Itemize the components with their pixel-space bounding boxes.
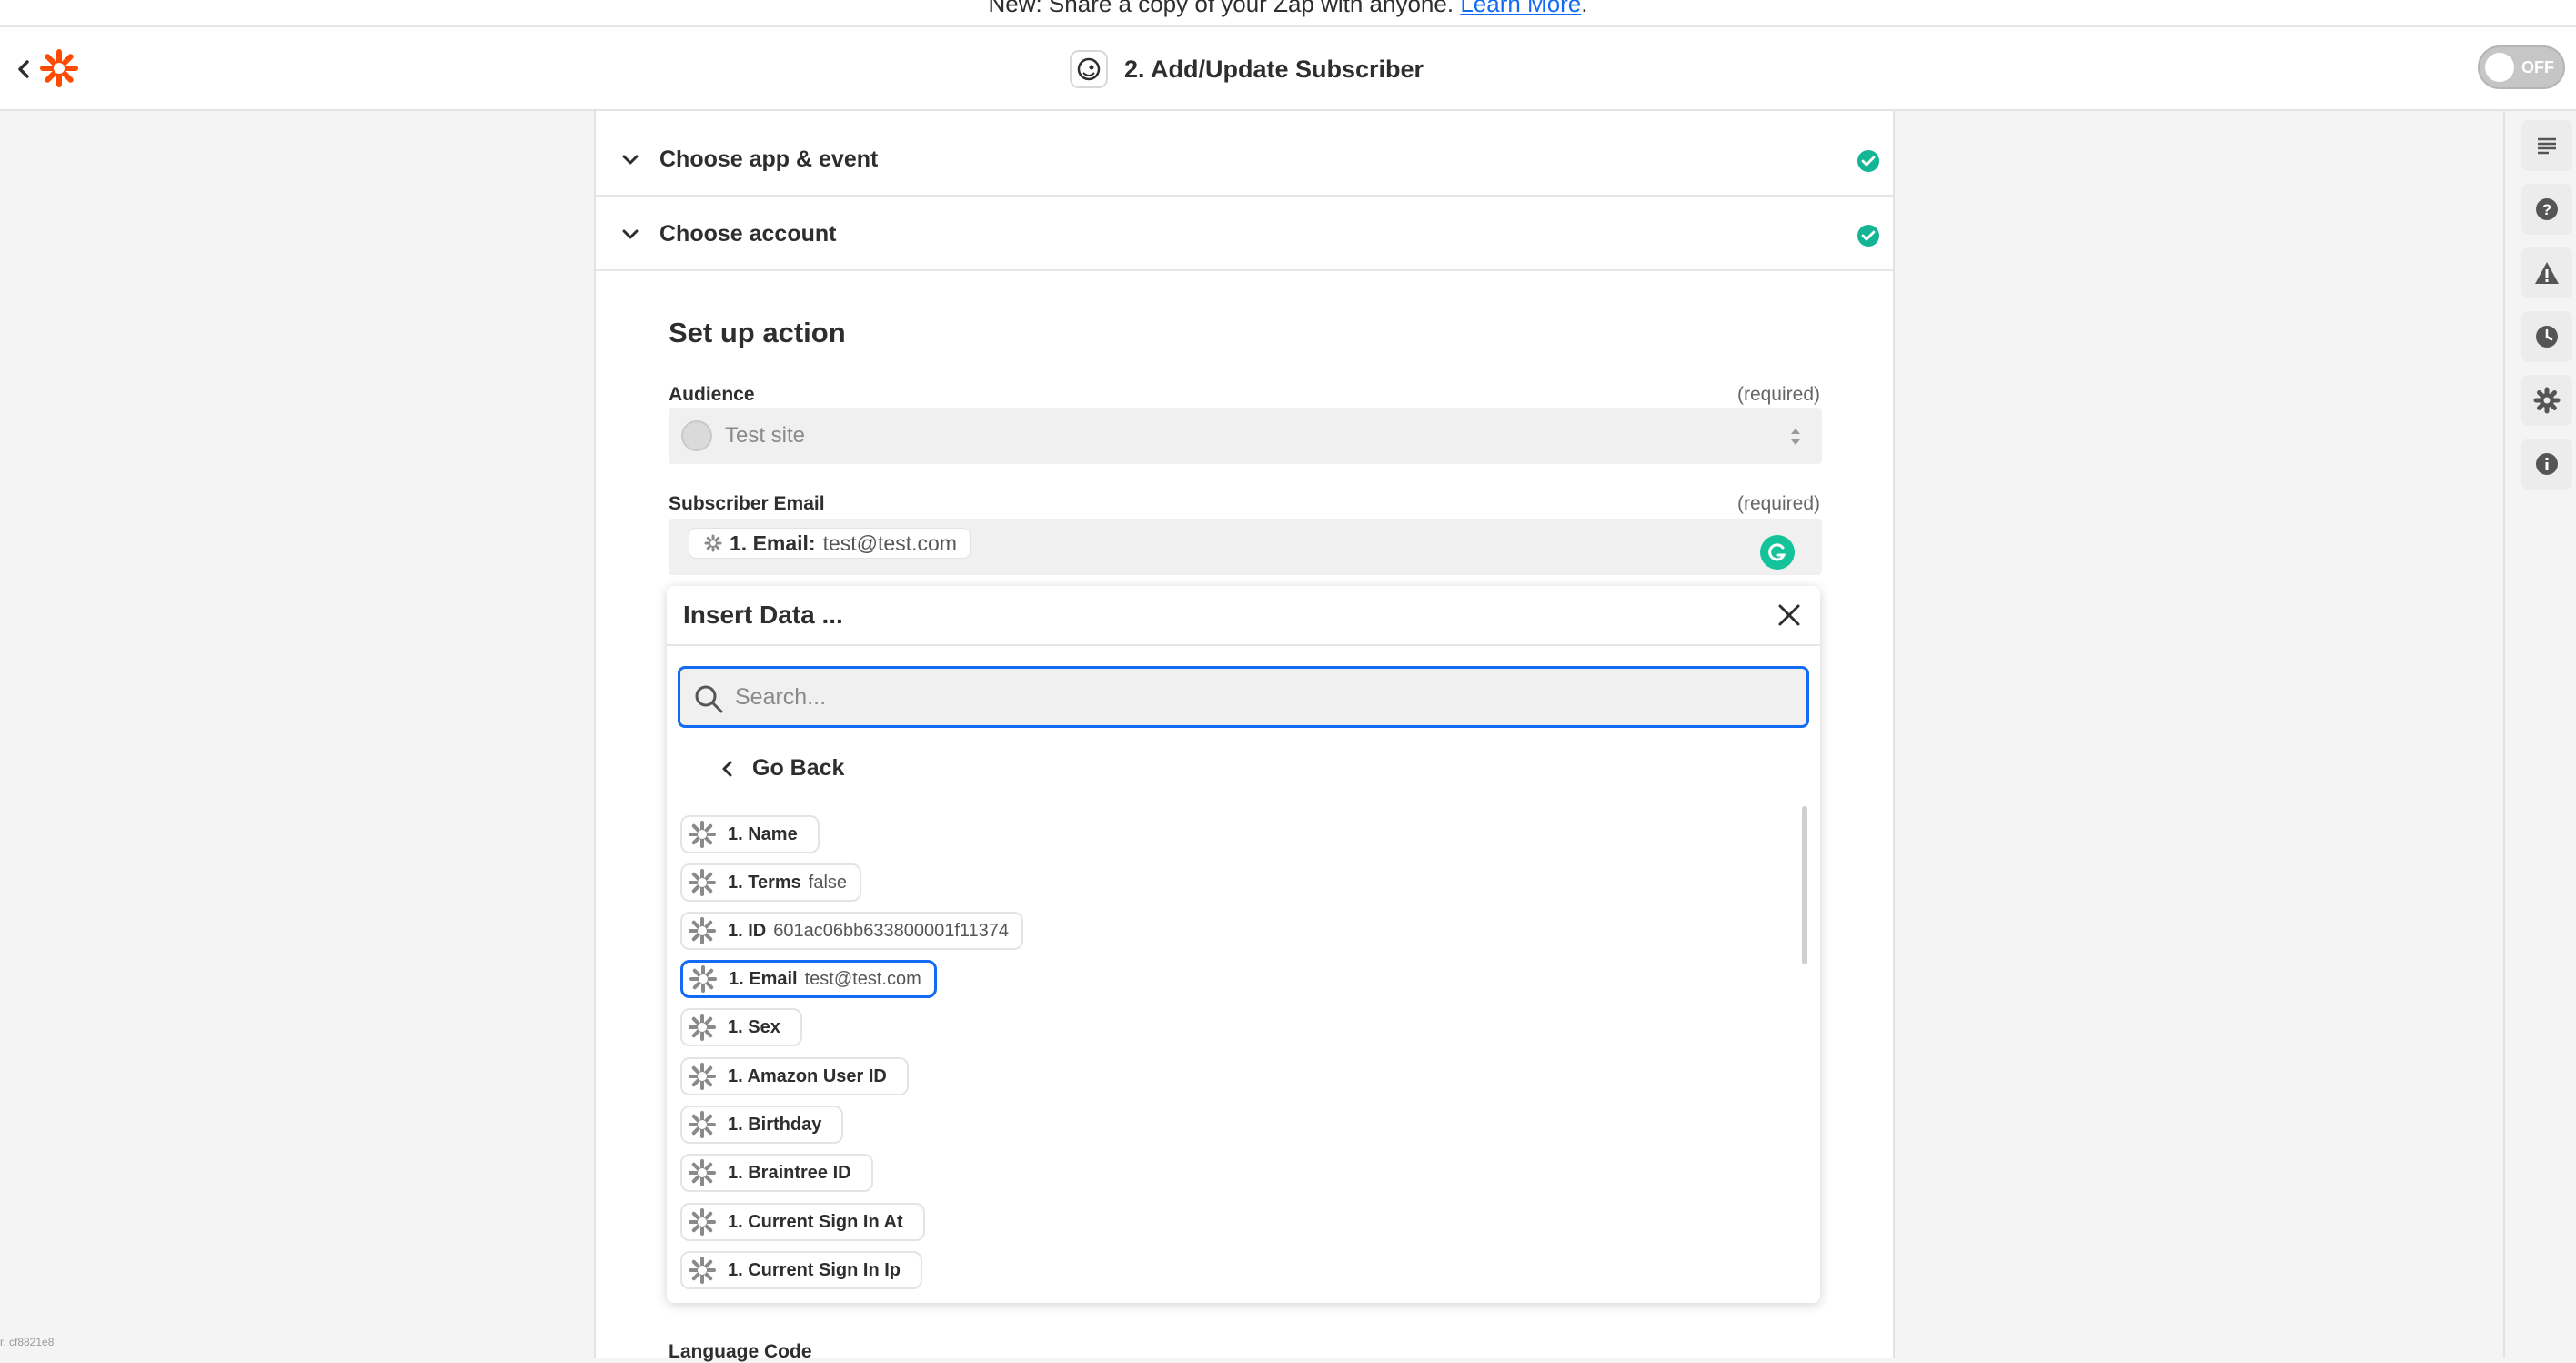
- gear-icon: [688, 1207, 717, 1237]
- list-item[interactable]: 1. Current Sign In Ip: [680, 1251, 923, 1289]
- grammarly-icon[interactable]: [1760, 535, 1795, 570]
- item-key: 1. Name: [728, 823, 798, 844]
- list-item[interactable]: 1. ID 601ac06bb633800001f11374: [680, 912, 1024, 950]
- item-key: 1. Braintree ID: [728, 1162, 851, 1183]
- version-label: r. cf8821e8: [0, 1336, 55, 1348]
- popover-header: Insert Data ...: [667, 586, 1820, 646]
- chevron-down-icon: [622, 155, 639, 165]
- history-button[interactable]: [2521, 311, 2572, 362]
- gear-icon: [688, 1013, 717, 1042]
- list-item-selected[interactable]: 1. Email test@test.com: [680, 960, 937, 998]
- gear-icon: [688, 1158, 717, 1187]
- warnings-button[interactable]: [2521, 247, 2572, 298]
- help-icon: ?: [2536, 198, 2558, 220]
- info-icon: [2536, 453, 2558, 475]
- email-data-token[interactable]: 1. Email: test@test.com: [689, 528, 971, 559]
- subscriber-email-field[interactable]: 1. Email: test@test.com: [669, 519, 1822, 575]
- list-item[interactable]: 1. Name: [680, 815, 820, 853]
- step-title: 2. Add/Update Subscriber: [1070, 47, 1424, 91]
- gear-icon: [688, 1110, 717, 1139]
- close-icon[interactable]: [1775, 601, 1804, 630]
- setup-action-title: Set up action: [669, 317, 846, 348]
- audience-required: (required): [1736, 384, 1820, 405]
- announcement-banner: New: Share a copy of your Zap with anyon…: [0, 0, 2576, 27]
- back-chevron-icon[interactable]: [13, 55, 35, 84]
- subscriber-email-label: Subscriber Email: [669, 493, 825, 514]
- help-button[interactable]: ?: [2521, 184, 2572, 235]
- details-button[interactable]: [2521, 439, 2572, 490]
- banner-suffix: .: [1581, 0, 1588, 17]
- zap-on-off-toggle[interactable]: OFF: [2478, 45, 2565, 89]
- search-input[interactable]: [735, 676, 1790, 718]
- warning-icon: [2535, 262, 2559, 284]
- outline-button[interactable]: [2521, 120, 2572, 171]
- right-sidebar: ?: [2503, 111, 2576, 1358]
- subscriber-email-required: (required): [1736, 493, 1820, 514]
- gear-icon: [688, 916, 717, 945]
- go-back-button[interactable]: Go Back: [718, 755, 844, 782]
- learn-more-link[interactable]: Learn More: [1460, 0, 1581, 17]
- audience-value: Test site: [725, 423, 806, 448]
- audience-select[interactable]: Test site: [669, 408, 1822, 464]
- list-scrollbar[interactable]: [1802, 806, 1807, 964]
- item-key: 1. Current Sign In Ip: [728, 1259, 901, 1280]
- item-key: 1. Current Sign In At: [728, 1211, 903, 1232]
- go-back-label: Go Back: [752, 755, 845, 781]
- item-key: 1. Terms: [728, 872, 801, 893]
- editor-header: 2. Add/Update Subscriber OFF: [0, 27, 2576, 111]
- toggle-knob: [2485, 53, 2514, 82]
- step-title-text: 2. Add/Update Subscriber: [1124, 55, 1424, 83]
- item-value: false: [808, 872, 848, 893]
- search-icon: [695, 685, 723, 713]
- item-key: 1. Sex: [728, 1016, 780, 1037]
- chevron-down-icon: [622, 229, 639, 239]
- section-label: Choose app & event: [659, 146, 879, 172]
- search-box: [678, 666, 1809, 728]
- item-key: 1. Birthday: [728, 1114, 822, 1135]
- gear-icon: [688, 868, 717, 897]
- section-choose-app-event[interactable]: Choose app & event: [596, 124, 1893, 197]
- gear-icon: [2533, 387, 2561, 414]
- item-value: test@test.com: [804, 968, 921, 989]
- item-value: 601ac06bb633800001f11374: [773, 920, 1010, 941]
- item-key: 1. Email: [729, 968, 798, 989]
- list-item[interactable]: 1. Current Sign In At: [680, 1203, 925, 1241]
- item-key: 1. Amazon User ID: [728, 1065, 887, 1086]
- gear-icon: [704, 534, 722, 552]
- section-choose-account[interactable]: Choose account: [596, 198, 1893, 271]
- language-code-label: Language Code: [669, 1341, 812, 1362]
- list-item[interactable]: 1. Braintree ID: [680, 1154, 873, 1192]
- mailchimp-app-icon: [1070, 50, 1108, 88]
- token-value: test@test.com: [822, 530, 957, 555]
- svg-text:?: ?: [2542, 201, 2551, 218]
- settings-button[interactable]: [2521, 375, 2572, 426]
- check-circle-icon: [1857, 150, 1879, 172]
- gear-icon: [688, 1062, 717, 1091]
- zapier-logo-icon[interactable]: [40, 49, 78, 87]
- check-circle-icon: [1857, 225, 1879, 247]
- list-item[interactable]: 1. Terms false: [680, 863, 862, 902]
- list-item[interactable]: 1. Amazon User ID: [680, 1057, 909, 1095]
- popover-title: Insert Data ...: [683, 601, 843, 629]
- clock-icon: [2536, 326, 2558, 348]
- item-key: 1. ID: [728, 920, 767, 941]
- gear-icon: [689, 964, 718, 994]
- insert-data-popover: Insert Data ... Go Back 1. Name 1. Terms…: [667, 586, 1820, 1303]
- list-item[interactable]: 1. Sex: [680, 1008, 802, 1046]
- audience-label: Audience: [669, 384, 755, 405]
- token-key: 1. Email:: [730, 530, 816, 555]
- list-item[interactable]: 1. Birthday: [680, 1106, 844, 1144]
- list-icon: [2538, 137, 2556, 155]
- mailchimp-app-icon: [681, 420, 712, 451]
- chevron-left-icon: [722, 761, 732, 776]
- toggle-label: OFF: [2521, 58, 2554, 76]
- banner-text: New: Share a copy of your Zap with anyon…: [988, 0, 1454, 17]
- gear-icon: [688, 820, 717, 849]
- section-label: Choose account: [659, 220, 837, 247]
- select-arrows-icon: [1791, 429, 1800, 445]
- gear-icon: [688, 1256, 717, 1285]
